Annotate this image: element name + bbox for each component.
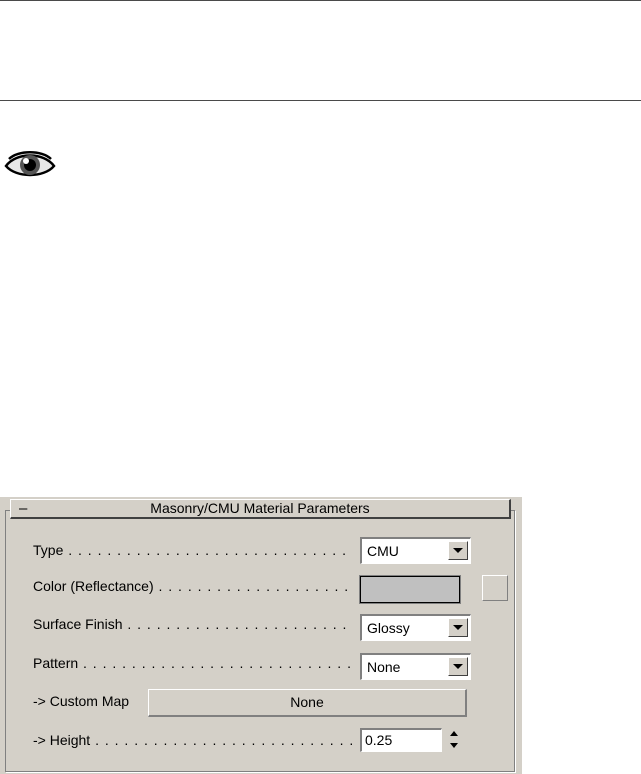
- color-swatch[interactable]: [359, 575, 461, 604]
- rollout-header-button[interactable]: – Masonry/CMU Material Parameters: [10, 499, 511, 519]
- top-divider: [0, 0, 641, 1]
- surface-finish-dropdown[interactable]: Glossy: [360, 614, 471, 641]
- pattern-dropdown[interactable]: None: [360, 653, 471, 680]
- height-label: -> Height . . . . . . . . . . . . . . . …: [33, 732, 353, 748]
- spin-down-icon[interactable]: [445, 740, 465, 752]
- custom-map-button[interactable]: None: [148, 689, 467, 717]
- chevron-down-icon[interactable]: [448, 541, 468, 560]
- eye-icon: [4, 151, 56, 177]
- surface-finish-value: Glossy: [367, 620, 410, 636]
- color-map-button[interactable]: [482, 575, 508, 601]
- type-label: Type . . . . . . . . . . . . . . . . . .…: [33, 542, 353, 558]
- type-dropdown[interactable]: CMU: [360, 537, 471, 564]
- spin-up-icon[interactable]: [445, 728, 465, 740]
- pattern-label: Pattern . . . . . . . . . . . . . . . . …: [33, 655, 353, 671]
- chevron-down-icon[interactable]: [448, 657, 468, 676]
- type-value: CMU: [367, 543, 399, 559]
- rollout-title: Masonry/CMU Material Parameters: [150, 500, 370, 516]
- color-label: Color (Reflectance) . . . . . . . . . . …: [33, 578, 353, 594]
- height-spinner[interactable]: [445, 728, 465, 752]
- chevron-down-icon[interactable]: [448, 618, 468, 637]
- pattern-value: None: [367, 659, 401, 675]
- surface-finish-label: Surface Finish . . . . . . . . . . . . .…: [33, 616, 353, 632]
- custom-map-label: -> Custom Map: [33, 693, 130, 709]
- height-input[interactable]: 0.25: [360, 728, 442, 752]
- bottom-divider: [0, 100, 641, 101]
